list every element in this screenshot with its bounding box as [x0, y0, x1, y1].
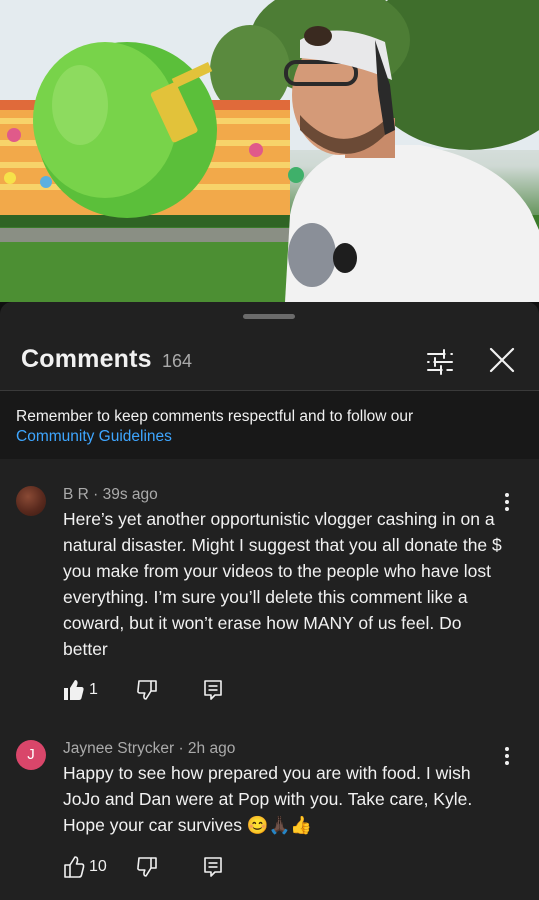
like-count: 10	[89, 858, 107, 875]
comment-actions: 10	[63, 855, 263, 881]
thumbs-up-filled-icon	[64, 680, 84, 700]
sliders-icon	[427, 349, 453, 375]
like-button[interactable]	[63, 678, 85, 704]
comments-count: 164	[162, 351, 193, 371]
reply-button[interactable]	[202, 855, 224, 881]
comment-actions: 1	[63, 678, 263, 704]
comments-title: Comments	[21, 345, 152, 373]
community-guidelines-link[interactable]: Community Guidelines	[16, 428, 172, 446]
comment-meta: Jaynee Strycker · 2h ago	[63, 740, 236, 757]
sort-filter-button[interactable]	[424, 346, 456, 378]
close-icon	[489, 347, 515, 373]
community-notice: Remember to keep comments respectful and…	[0, 391, 539, 459]
reply-icon	[204, 680, 222, 700]
comment-text: Happy to see how prepared you are with f…	[63, 763, 473, 835]
comment-author[interactable]: B R	[63, 486, 89, 503]
reply-icon	[204, 857, 222, 877]
thumbs-down-icon	[137, 857, 157, 877]
video-frame-image	[0, 0, 539, 302]
avatar[interactable]	[16, 486, 46, 516]
comment-meta: B R · 39s ago	[63, 486, 158, 503]
drag-handle[interactable]	[243, 314, 295, 319]
comments-header: Comments 164	[0, 332, 539, 390]
close-button[interactable]	[486, 344, 518, 376]
comment-time: 2h ago	[187, 740, 236, 757]
comment-time: 39s ago	[102, 486, 158, 503]
comment-text: Here’s yet another opportunistic vlogger…	[63, 509, 502, 659]
thumbs-up-icon	[64, 856, 85, 878]
video-player[interactable]	[0, 0, 539, 302]
dislike-button[interactable]	[136, 855, 158, 881]
dislike-button[interactable]	[136, 678, 158, 704]
like-button[interactable]	[63, 855, 85, 881]
thumbs-down-icon	[137, 680, 157, 700]
notice-text: Remember to keep comments respectful and…	[16, 408, 414, 425]
like-count: 1	[89, 681, 98, 698]
comment-author[interactable]: Jaynee Strycker	[63, 740, 174, 757]
reply-button[interactable]	[202, 678, 224, 704]
comments-sheet: Comments 164 Remember to keep comments r…	[0, 302, 539, 900]
avatar[interactable]: J	[16, 740, 46, 770]
